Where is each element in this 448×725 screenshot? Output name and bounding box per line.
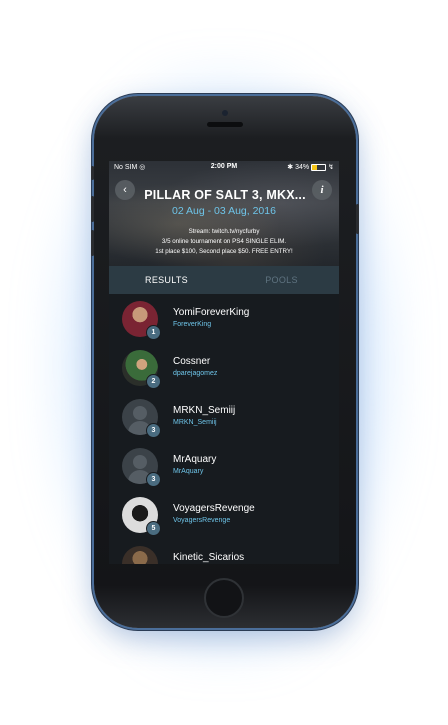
chevron-left-icon: ‹	[123, 184, 127, 196]
player-name: MRKN_Semiij	[173, 405, 236, 416]
front-camera	[222, 110, 228, 116]
rank-badge: 5	[146, 521, 161, 536]
rank-badge: 3	[146, 472, 161, 487]
description-line: 3/5 online tournament on PS4 SINGLE ELIM…	[161, 238, 287, 245]
default-avatar-head	[133, 406, 147, 420]
result-row[interactable]: 5 VoyagersRevenge VoyagersRevenge	[109, 490, 339, 539]
tab-results[interactable]: RESULTS	[109, 266, 224, 294]
back-button[interactable]: ‹	[115, 180, 135, 200]
player-handle: VoyagersRevenge	[173, 517, 231, 524]
battery-percent: 34%	[295, 163, 310, 171]
result-row[interactable]: 2 Cossner dparejagomez	[109, 343, 339, 392]
home-button[interactable]	[204, 578, 244, 618]
player-name: MrAquary	[173, 454, 217, 465]
volume-up-button	[91, 196, 94, 222]
player-name: VoyagersRevenge	[173, 503, 255, 514]
event-description: Stream: twitch.tv/nycfurby 3/5 online to…	[109, 227, 339, 257]
battery-fill	[312, 164, 317, 170]
player-name: YomiForeverKing	[173, 307, 250, 318]
power-button	[356, 204, 359, 234]
player-handle: dparejagomez	[173, 370, 218, 377]
status-bar: No SIM ◎ 2:00 PM ✱ 34% ↯	[109, 161, 339, 173]
result-row[interactable]: 3 MrAquary MrAquary	[109, 441, 339, 490]
mute-switch	[91, 166, 94, 180]
result-row[interactable]: 3 MRKN_Semiij MRKN_Semiij	[109, 392, 339, 441]
tab-pools[interactable]: POOLS	[224, 266, 339, 294]
info-button[interactable]: i	[312, 180, 332, 200]
player-avatar	[122, 546, 158, 564]
player-handle: MRKN_Semiij	[173, 419, 217, 426]
bluetooth-icon: ✱	[287, 164, 294, 171]
battery-icon	[311, 163, 327, 171]
default-avatar-head	[133, 455, 147, 469]
player-name: Kinetic_Sicarios	[173, 552, 245, 563]
result-row[interactable]: Kinetic_Sicarios	[109, 539, 339, 564]
status-right: ✱ 34% ↯	[287, 163, 334, 171]
app-screen: ‹ i PILLAR OF SALT 3, MKX... 02 Aug - 03…	[109, 161, 339, 564]
player-handle: ForeverKing	[173, 321, 212, 328]
result-row[interactable]: 1 YomiForeverKing ForeverKing	[109, 294, 339, 343]
event-dates: 02 Aug - 03 Aug, 2016	[172, 205, 276, 217]
player-name: Cossner	[173, 356, 211, 367]
rank-badge: 1	[146, 325, 161, 340]
event-header: ‹ i PILLAR OF SALT 3, MKX... 02 Aug - 03…	[109, 161, 339, 266]
volume-down-button	[91, 230, 94, 256]
tab-bar: RESULTS POOLS	[109, 266, 339, 294]
charging-icon: ↯	[328, 164, 334, 171]
info-icon: i	[320, 184, 324, 196]
event-title: PILLAR OF SALT 3, MKX...	[144, 188, 306, 202]
description-line: 1st place $100, Second place $50. FREE E…	[155, 248, 293, 255]
player-handle: MrAquary	[173, 468, 204, 475]
rank-badge: 2	[146, 374, 161, 389]
earpiece-speaker	[207, 122, 243, 127]
rank-badge: 3	[146, 423, 161, 438]
description-line: Stream: twitch.tv/nycfurby	[188, 228, 260, 235]
